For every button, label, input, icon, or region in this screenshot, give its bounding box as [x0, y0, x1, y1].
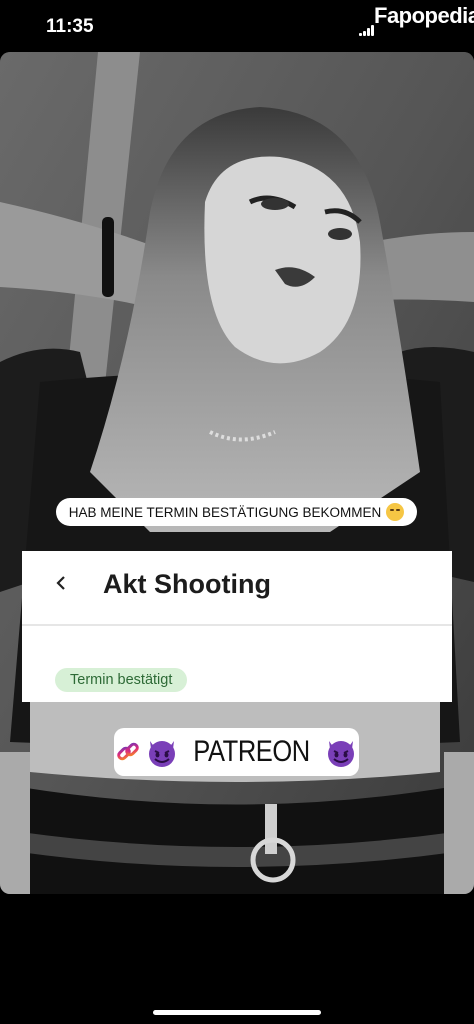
card-header: Akt Shooting	[22, 551, 452, 623]
caption-text: HAB MEINE TERMIN BESTÄTIGUNG BEKOMMEN	[68, 504, 382, 520]
home-indicator[interactable]	[153, 1010, 321, 1015]
devil-emoji-icon	[328, 741, 355, 767]
link-icon	[117, 742, 139, 761]
chevron-left-icon[interactable]	[56, 575, 66, 591]
appointment-card: Akt Shooting Termin bestätigt	[22, 551, 452, 702]
blushing-emoji-icon	[386, 503, 405, 521]
signal-icon	[359, 24, 375, 36]
story-caption: HAB MEINE TERMIN BESTÄTIGUNG BEKOMMEN	[56, 498, 417, 526]
devil-emoji-icon	[148, 741, 175, 767]
status-time: 11:35	[46, 16, 94, 37]
patreon-link-sticker[interactable]: PATREON	[114, 728, 359, 776]
status-bar: 11:35 Fapopedia	[0, 0, 474, 52]
bottom-area	[0, 894, 474, 1024]
sticker-label: PATREON	[193, 735, 310, 768]
status-badge: Termin bestätigt	[55, 668, 188, 692]
card-divider	[22, 624, 452, 626]
card-title: Akt Shooting	[103, 569, 271, 599]
watermark: Fapopedia	[374, 3, 474, 28]
